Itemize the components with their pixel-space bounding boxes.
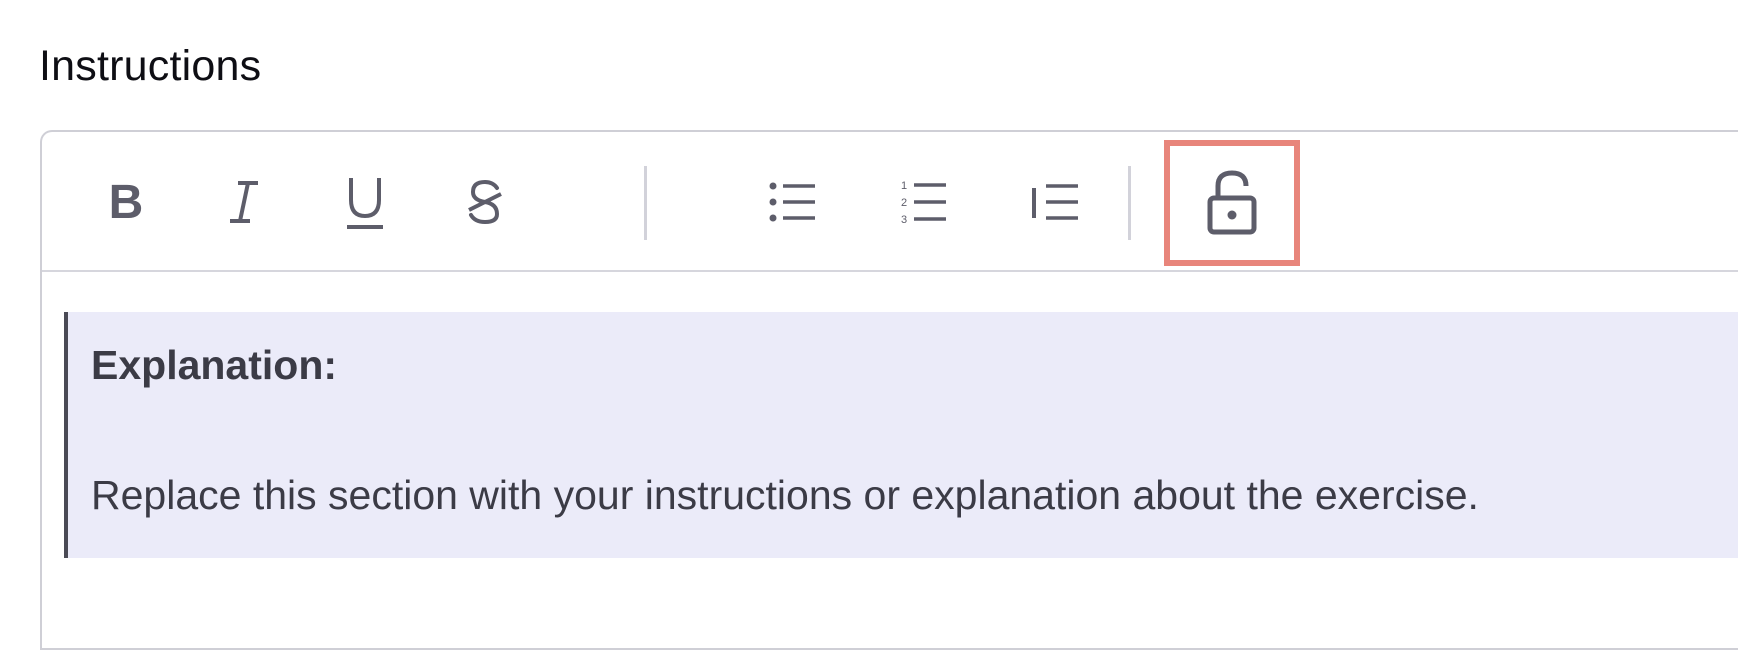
rich-text-editor: B 1 2 3 Explanation: Replace this sectio…	[40, 130, 1738, 650]
instructions-blockquote[interactable]: Explanation: Replace this section with y…	[64, 312, 1738, 558]
strikethrough-button[interactable]	[445, 162, 525, 242]
bold-button[interactable]: B	[86, 162, 166, 242]
bullet-list-icon	[769, 182, 815, 222]
toolbar-separator	[1128, 166, 1131, 240]
unlock-icon	[1207, 170, 1257, 235]
bold-icon: B	[108, 175, 144, 229]
section-title: Instructions	[39, 42, 262, 90]
strikethrough-icon	[468, 179, 502, 225]
underline-icon	[347, 178, 383, 229]
numbered-list-button[interactable]: 1 2 3	[884, 162, 964, 242]
bullet-list-button[interactable]	[753, 162, 833, 242]
editor-toolbar: B 1 2 3	[42, 132, 1738, 272]
italic-button[interactable]	[204, 162, 284, 242]
lock-button[interactable]	[1192, 162, 1272, 242]
svg-text:3: 3	[901, 214, 907, 225]
svg-text:2: 2	[901, 197, 907, 209]
blockquote-icon	[1032, 184, 1078, 220]
numbered-list-icon: 1 2 3	[901, 180, 946, 225]
blockquote-button[interactable]	[1015, 162, 1095, 242]
svg-text:1: 1	[901, 180, 907, 192]
blockquote-title: Explanation:	[91, 342, 338, 388]
underline-button[interactable]	[325, 162, 405, 242]
toolbar-separator	[644, 166, 647, 240]
blockquote-body: Replace this section with your instructi…	[91, 472, 1479, 518]
editor-content[interactable]: Explanation: Replace this section with y…	[42, 272, 1738, 648]
italic-icon	[230, 181, 258, 223]
